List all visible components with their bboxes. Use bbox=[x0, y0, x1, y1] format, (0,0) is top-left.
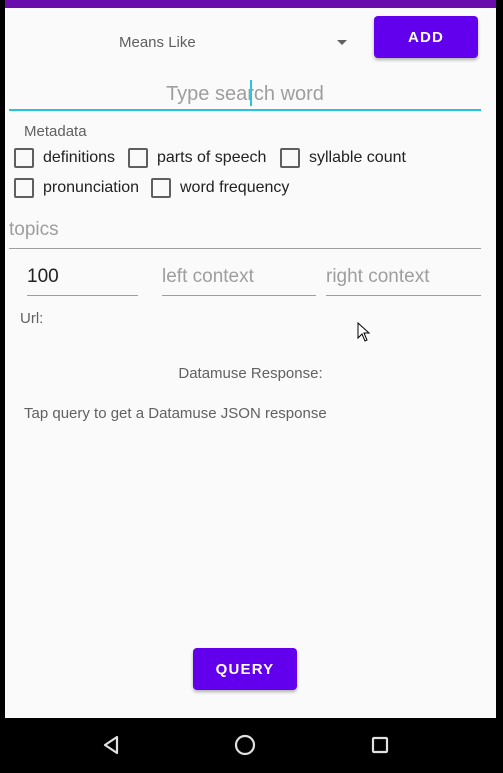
checkbox-label: parts of speech bbox=[157, 149, 267, 166]
query-button[interactable]: QUERY bbox=[193, 648, 297, 690]
left-context-underline bbox=[162, 295, 316, 296]
right-context-underline bbox=[326, 295, 481, 296]
max-results-field[interactable] bbox=[27, 262, 138, 296]
left-context-field[interactable] bbox=[162, 262, 316, 296]
topics-input[interactable] bbox=[9, 215, 481, 245]
search-field[interactable] bbox=[9, 78, 481, 112]
right-context-input[interactable] bbox=[326, 262, 481, 292]
app-screen: Means Like ADD Metadata definitions part… bbox=[5, 0, 496, 718]
checkbox-box[interactable] bbox=[280, 148, 300, 168]
topics-underline bbox=[9, 248, 481, 249]
text-caret bbox=[250, 80, 252, 106]
checkbox-box[interactable] bbox=[151, 178, 171, 198]
home-circle-icon bbox=[234, 734, 256, 756]
max-results-input[interactable] bbox=[27, 262, 138, 292]
status-strip bbox=[5, 0, 496, 8]
phone-frame: Means Like ADD Metadata definitions part… bbox=[0, 0, 503, 773]
checkbox-label: pronunciation bbox=[43, 179, 140, 196]
recents-square-icon bbox=[371, 736, 389, 754]
checkbox-label: word frequency bbox=[180, 179, 290, 196]
url-label: Url: bbox=[20, 310, 44, 327]
add-button[interactable]: ADD bbox=[374, 16, 478, 58]
checkbox-label: syllable count bbox=[309, 149, 406, 166]
search-underline bbox=[9, 109, 481, 111]
checkbox-pronunciation[interactable]: pronunciation bbox=[14, 177, 139, 199]
chevron-down-icon bbox=[337, 40, 347, 45]
spinner-value: Means Like bbox=[119, 34, 196, 51]
checkbox-label: definitions bbox=[43, 149, 116, 166]
left-context-input[interactable] bbox=[162, 262, 316, 292]
nav-home-button[interactable] bbox=[230, 730, 260, 760]
topics-field[interactable] bbox=[9, 215, 481, 249]
response-text: Tap query to get a Datamuse JSON respons… bbox=[24, 405, 327, 422]
checkbox-definitions[interactable]: definitions bbox=[14, 147, 115, 169]
nav-back-button[interactable] bbox=[96, 730, 126, 760]
metadata-label: Metadata bbox=[24, 123, 87, 140]
relation-spinner[interactable]: Means Like bbox=[105, 30, 355, 58]
back-triangle-icon bbox=[103, 735, 119, 755]
checkbox-box[interactable] bbox=[128, 148, 148, 168]
search-input[interactable] bbox=[9, 78, 481, 110]
checkbox-box[interactable] bbox=[14, 148, 34, 168]
checkbox-parts-of-speech[interactable]: parts of speech bbox=[128, 147, 266, 169]
checkbox-word-frequency[interactable]: word frequency bbox=[151, 177, 289, 199]
system-nav-bar bbox=[0, 718, 503, 773]
response-title: Datamuse Response: bbox=[178, 365, 323, 382]
nav-recents-button[interactable] bbox=[365, 730, 395, 760]
right-context-field[interactable] bbox=[326, 262, 481, 296]
checkbox-syllable-count[interactable]: syllable count bbox=[280, 147, 406, 169]
checkbox-box[interactable] bbox=[14, 178, 34, 198]
max-results-underline bbox=[27, 295, 138, 296]
mouse-pointer-icon bbox=[357, 322, 371, 342]
